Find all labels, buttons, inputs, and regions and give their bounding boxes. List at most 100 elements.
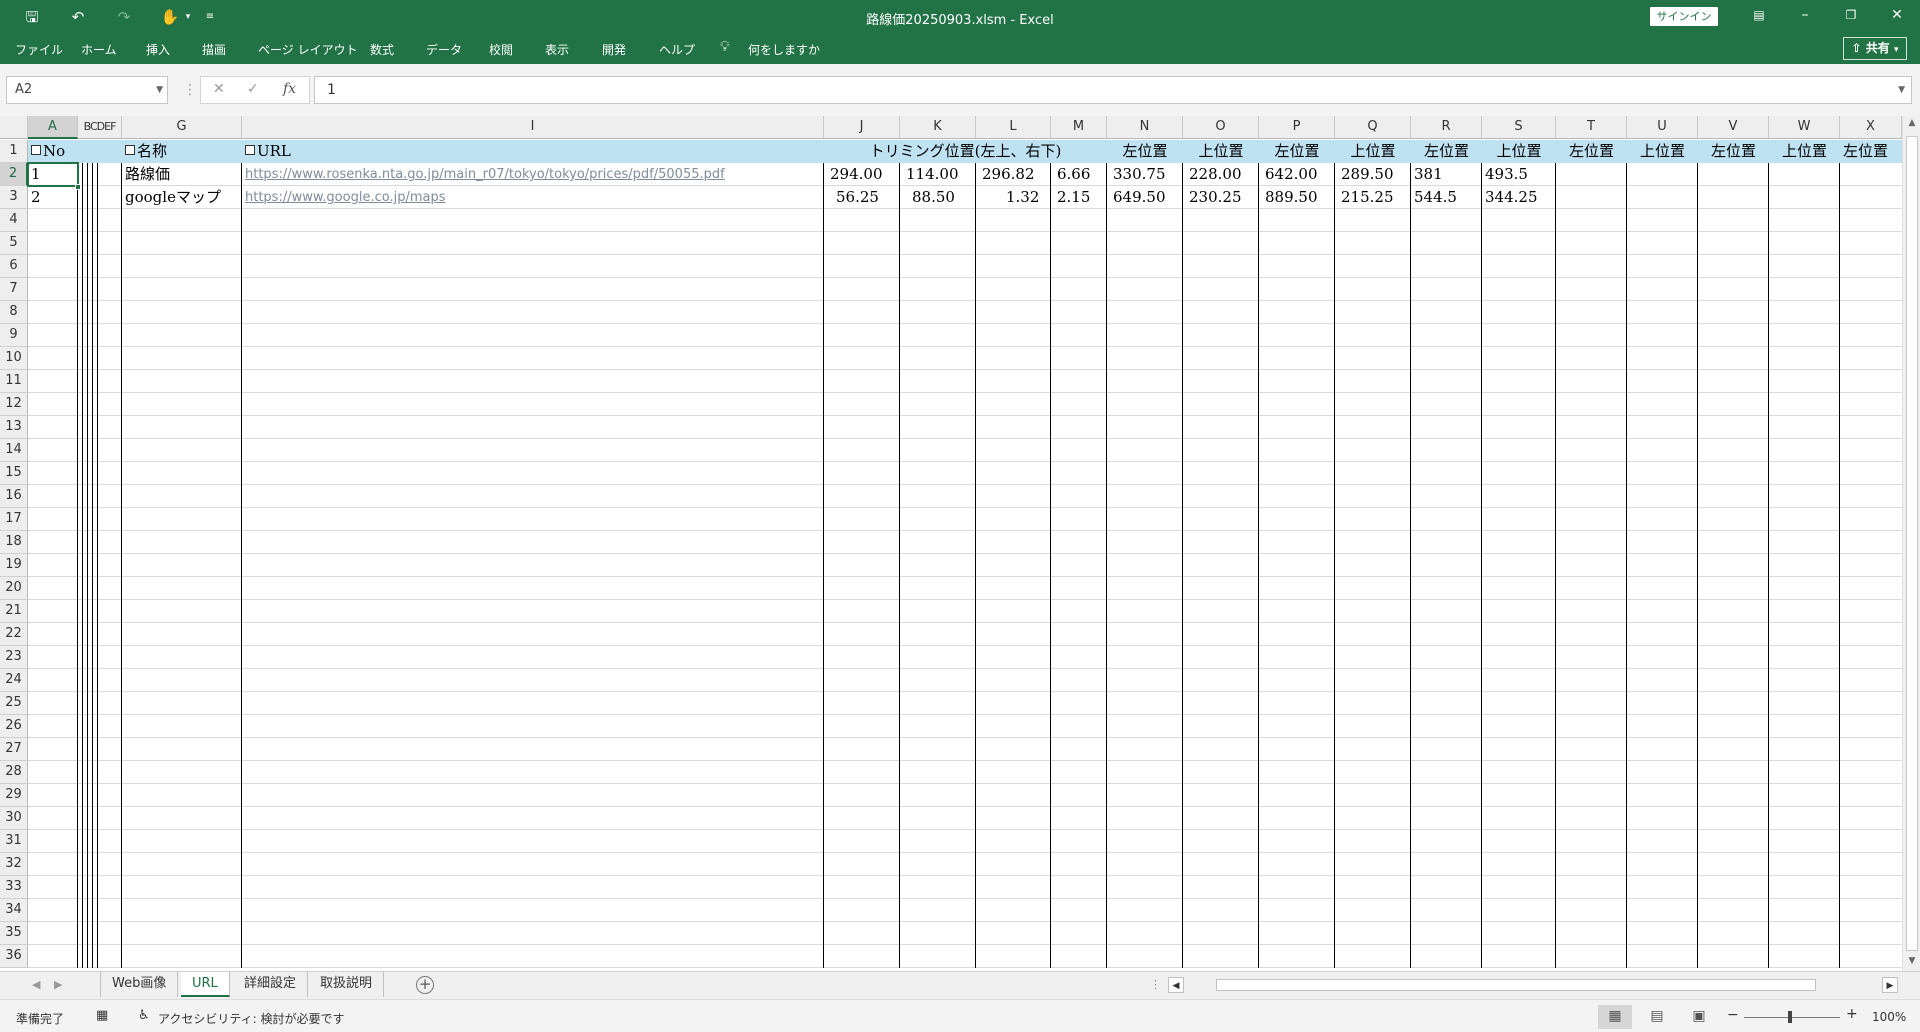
cell-o[interactable]: 228.00	[1183, 163, 1242, 186]
tab-data[interactable]: データ	[426, 41, 462, 58]
header-cell-n[interactable]: 左位置	[1107, 140, 1183, 163]
zoom-in-icon[interactable]: +	[1846, 1006, 1858, 1022]
row-header[interactable]: 25	[0, 692, 28, 715]
row-header[interactable]: 6	[0, 255, 28, 278]
row-header[interactable]: 11	[0, 370, 28, 393]
tab-draw[interactable]: 描画	[202, 41, 226, 58]
column-header-o[interactable]: O	[1183, 116, 1259, 139]
row-header[interactable]: 15	[0, 462, 28, 485]
cell-l[interactable]: 1.32	[1000, 186, 1039, 209]
horizontal-scroll-thumb[interactable]	[1216, 979, 1816, 991]
row-header[interactable]: 5	[0, 232, 28, 255]
cell-s[interactable]: 493.5	[1482, 163, 1528, 186]
tab-view[interactable]: 表示	[545, 41, 569, 58]
row-header[interactable]: 31	[0, 830, 28, 853]
select-all-corner[interactable]	[0, 116, 28, 139]
tab-review[interactable]: 校閲	[489, 41, 513, 58]
normal-view-icon[interactable]: ▦	[1598, 1005, 1632, 1029]
macro-recording-icon[interactable]: ▦	[96, 1008, 108, 1023]
row-header[interactable]: 12	[0, 393, 28, 416]
cell-j[interactable]: 56.25	[830, 186, 879, 209]
vertical-scroll-thumb[interactable]	[1906, 136, 1918, 951]
horizontal-scrollbar[interactable]: ◀ ▶	[1168, 977, 1898, 993]
filter-checkbox-icon[interactable]	[31, 145, 41, 155]
cell-r[interactable]: 381	[1411, 163, 1443, 186]
tell-me-search[interactable]: 何をしますか	[748, 41, 820, 58]
scroll-left-icon[interactable]: ◀	[1168, 977, 1184, 993]
cell-p[interactable]: 889.50	[1259, 186, 1318, 209]
column-header-w[interactable]: W	[1769, 116, 1840, 139]
column-header-s[interactable]: S	[1482, 116, 1556, 139]
tab-splitter-icon[interactable]: ⋮	[1150, 978, 1161, 991]
row-header[interactable]: 8	[0, 301, 28, 324]
page-break-view-icon[interactable]: ▣	[1682, 1005, 1716, 1029]
row-header[interactable]: 21	[0, 600, 28, 623]
header-cell-t[interactable]: 左位置	[1556, 140, 1627, 163]
header-cell-s[interactable]: 上位置	[1482, 140, 1556, 163]
header-cell-name[interactable]: 名称	[122, 140, 242, 163]
tab-insert[interactable]: 挿入	[146, 41, 170, 58]
header-cell-v[interactable]: 左位置	[1698, 140, 1769, 163]
zoom-slider-thumb[interactable]	[1788, 1011, 1792, 1023]
column-header-j[interactable]: J	[824, 116, 900, 139]
minimize-icon[interactable]: –	[1782, 0, 1828, 32]
column-header-bcdef[interactable]: BCDEF	[78, 116, 122, 139]
header-cell-x[interactable]: 左位置	[1840, 140, 1902, 163]
row-header[interactable]: 3	[0, 186, 28, 209]
cell-q[interactable]: 289.50	[1335, 163, 1394, 186]
column-header-k[interactable]: K	[900, 116, 976, 139]
row-header[interactable]: 1	[0, 140, 28, 163]
scroll-down-icon[interactable]: ▼	[1903, 956, 1920, 966]
sheet-tab-detail-settings[interactable]: 詳細設定	[233, 972, 309, 997]
column-header-i[interactable]: I	[242, 116, 824, 139]
filter-checkbox-icon[interactable]	[245, 145, 255, 155]
sheet-tab-instructions[interactable]: 取扱説明	[309, 972, 385, 997]
zoom-level[interactable]: 100%	[1872, 1010, 1906, 1024]
row-header[interactable]: 13	[0, 416, 28, 439]
column-header-x[interactable]: X	[1840, 116, 1902, 139]
vertical-scrollbar[interactable]: ▲ ▼	[1902, 116, 1920, 971]
column-header-q[interactable]: Q	[1335, 116, 1411, 139]
formula-input[interactable]: 1 ▼	[314, 76, 1912, 104]
signin-button[interactable]: サインイン	[1650, 7, 1718, 26]
formula-bar-splitter[interactable]: ⋮	[183, 82, 197, 98]
row-header[interactable]: 7	[0, 278, 28, 301]
accessibility-status[interactable]: アクセシビリティ: 検討が必要です	[158, 1010, 345, 1027]
cell-s[interactable]: 344.25	[1482, 186, 1538, 209]
column-header-a[interactable]: A	[28, 116, 78, 139]
tab-page-layout[interactable]: ページ レイアウト	[258, 41, 358, 58]
ribbon-display-icon[interactable]: ▤	[1736, 0, 1782, 32]
tab-formulas[interactable]: 数式	[370, 41, 394, 58]
next-sheet-icon[interactable]: ▶	[54, 978, 62, 991]
url-link[interactable]: https://www.rosenka.nta.go.jp/main_r07/t…	[245, 167, 725, 182]
column-header-g[interactable]: G	[122, 116, 242, 139]
column-header-t[interactable]: T	[1556, 116, 1627, 139]
header-cell-u[interactable]: 上位置	[1627, 140, 1698, 163]
cell-k[interactable]: 114.00	[900, 163, 959, 186]
chevron-down-icon[interactable]: ▼	[156, 77, 163, 103]
header-cell-q[interactable]: 上位置	[1335, 140, 1411, 163]
header-cell-p[interactable]: 左位置	[1259, 140, 1335, 163]
row-header[interactable]: 20	[0, 577, 28, 600]
row-header[interactable]: 36	[0, 945, 28, 968]
cell-k[interactable]: 88.50	[906, 186, 955, 209]
row-header[interactable]: 19	[0, 554, 28, 577]
row-header[interactable]: 9	[0, 324, 28, 347]
close-icon[interactable]: ✕	[1874, 0, 1920, 32]
cell-q[interactable]: 215.25	[1335, 186, 1394, 209]
row-header[interactable]: 18	[0, 531, 28, 554]
expand-formula-icon[interactable]: ▼	[1898, 77, 1905, 103]
row-header[interactable]: 24	[0, 669, 28, 692]
row-header[interactable]: 33	[0, 876, 28, 899]
row-header[interactable]: 32	[0, 853, 28, 876]
header-cell-trimming[interactable]: トリミング位置(左上、右下)	[824, 140, 1107, 163]
column-header-r[interactable]: R	[1411, 116, 1482, 139]
restore-icon[interactable]: ❐	[1828, 0, 1874, 32]
column-header-n[interactable]: N	[1107, 116, 1183, 139]
header-cell-no[interactable]: No	[28, 140, 78, 163]
enter-icon[interactable]: ✓	[247, 81, 259, 97]
cell-m[interactable]: 2.15	[1051, 186, 1090, 209]
header-cell-r[interactable]: 左位置	[1411, 140, 1482, 163]
row-header[interactable]: 29	[0, 784, 28, 807]
cell-l[interactable]: 296.82	[976, 163, 1035, 186]
